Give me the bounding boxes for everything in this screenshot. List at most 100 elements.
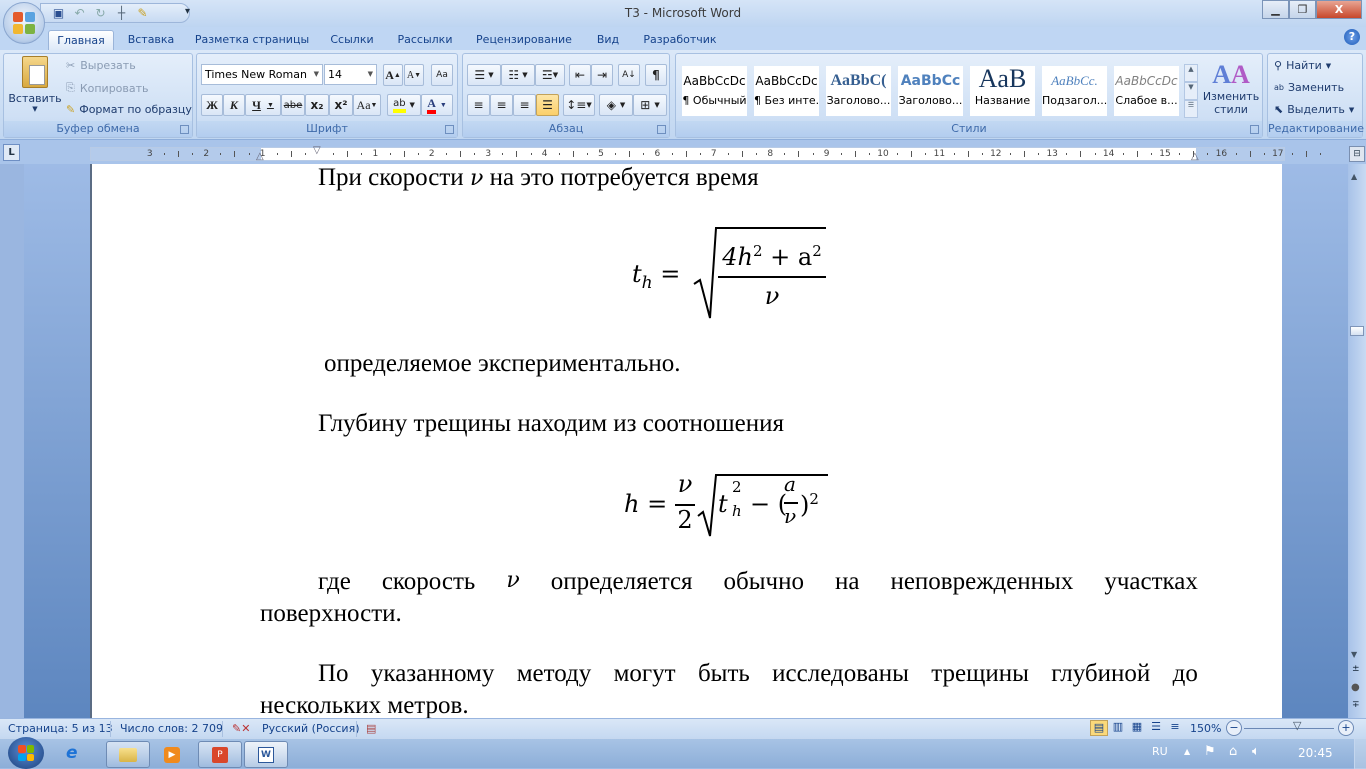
outline-icon[interactable]: ☰ xyxy=(1147,720,1165,736)
hanging-indent-marker[interactable]: △ xyxy=(256,151,264,162)
show-desktop-button[interactable] xyxy=(1354,739,1366,769)
browse-object-icon[interactable]: ● xyxy=(1351,682,1360,693)
style-heading-2[interactable]: AaBbCc Заголово... xyxy=(898,66,963,116)
align-center-button[interactable]: ≡ xyxy=(490,94,513,116)
internet-explorer-icon[interactable]: e xyxy=(66,743,78,763)
macro-record-icon[interactable]: ▤ xyxy=(366,722,376,735)
scroll-down-arrow-icon[interactable]: ▼ xyxy=(1351,650,1357,659)
style-subtle-emphasis[interactable]: AaBbCcDc Слабое в... xyxy=(1114,66,1179,116)
tab-view[interactable]: Вид xyxy=(590,30,626,50)
vertical-scrollbar[interactable]: ▲ ▼ ± ● ∓ xyxy=(1348,164,1366,718)
print-layout-icon[interactable]: ▤ xyxy=(1090,720,1108,736)
grow-font-button[interactable]: A ▲ xyxy=(383,64,403,86)
bullets-button[interactable]: ☰ ▼ xyxy=(467,64,501,86)
scroll-down-icon[interactable]: ▼ xyxy=(1184,82,1198,100)
bold-button[interactable]: Ж xyxy=(201,94,223,116)
show-hidden-icons-icon[interactable]: ▲ xyxy=(1184,747,1190,756)
select-button[interactable]: ⬉ Выделить ▼ xyxy=(1274,103,1354,116)
change-case-button[interactable]: Aa ▼ xyxy=(353,94,381,116)
draft-icon[interactable]: ≡ xyxy=(1166,720,1184,736)
start-button[interactable] xyxy=(8,737,44,769)
zoom-slider-thumb[interactable]: ▽ xyxy=(1293,719,1301,732)
tab-home[interactable]: Главная xyxy=(48,30,114,50)
style-heading-1[interactable]: AaBbC(Заголово... xyxy=(826,66,891,116)
horizontal-ruler[interactable]: 3 2 1 1 2 3 4 5 6 7 8 9 10 11 12 13 14 15 16 17 ▽ △ △ xyxy=(90,145,1322,162)
decrease-indent-button[interactable]: ⇤ xyxy=(569,64,591,86)
tab-review[interactable]: Рецензирование xyxy=(470,30,578,50)
tab-page-layout[interactable]: Разметка страницы xyxy=(192,30,312,50)
previous-page-icon[interactable]: ± xyxy=(1352,664,1360,674)
page-count[interactable]: Страница: 5 из 13 xyxy=(8,722,113,735)
style-no-spacing[interactable]: AaBbCcDc ¶ Без инте... xyxy=(754,66,819,116)
tab-selector-icon[interactable]: L xyxy=(3,144,20,161)
zoom-slider[interactable] xyxy=(1244,728,1334,729)
sort-button[interactable]: A↓ xyxy=(618,64,640,86)
copy-button[interactable]: ⎘ Копировать xyxy=(66,81,149,95)
dialog-launcher-icon[interactable] xyxy=(445,125,454,134)
shrink-font-button[interactable]: A ▼ xyxy=(404,64,424,86)
taskbar-word[interactable]: W xyxy=(244,741,288,768)
document-page[interactable]: При скорости ν на это потребуется время … xyxy=(90,164,1282,718)
zoom-in-icon[interactable]: + xyxy=(1338,720,1354,736)
zoom-out-icon[interactable]: − xyxy=(1226,720,1242,736)
dialog-launcher-icon[interactable] xyxy=(657,125,666,134)
next-page-icon[interactable]: ∓ xyxy=(1352,700,1360,710)
taskbar-explorer[interactable] xyxy=(106,741,150,768)
action-center-icon[interactable]: ⚑ xyxy=(1204,744,1216,759)
close-button[interactable]: X xyxy=(1316,0,1362,19)
highlight-button[interactable]: ab ▼ xyxy=(387,94,421,116)
scrollbar-thumb[interactable] xyxy=(1350,326,1364,336)
align-right-button[interactable]: ≡ xyxy=(513,94,536,116)
line-spacing-button[interactable]: ↕≡ ▼ xyxy=(563,94,595,116)
restore-button[interactable]: ❐ xyxy=(1289,0,1316,19)
language-indicator[interactable]: RU xyxy=(1152,745,1168,758)
paste-button[interactable]: Вставить ▼ xyxy=(8,56,62,113)
style-normal[interactable]: AaBbCcDc ¶ Обычный xyxy=(682,66,747,116)
web-layout-icon[interactable]: ▦ xyxy=(1128,720,1146,736)
italic-button[interactable]: К xyxy=(223,94,245,116)
office-button[interactable] xyxy=(3,2,45,44)
font-color-button[interactable]: A ▼ xyxy=(421,94,453,116)
justify-button[interactable]: ☰ xyxy=(536,94,559,116)
tab-references[interactable]: Ссылки xyxy=(324,30,380,50)
multilevel-list-button[interactable]: ☲ ▼ xyxy=(535,64,565,86)
minimize-button[interactable]: ▁ xyxy=(1262,0,1289,19)
tab-insert[interactable]: Вставка xyxy=(122,30,180,50)
replace-button[interactable]: ab Заменить xyxy=(1274,81,1344,94)
style-title[interactable]: AaB Название xyxy=(970,66,1035,116)
increase-indent-button[interactable]: ⇥ xyxy=(591,64,613,86)
language[interactable]: Русский (Россия) xyxy=(262,722,360,735)
styles-gallery-scroll[interactable]: ▲ ▼ ☰ xyxy=(1184,64,1198,120)
volume-icon[interactable]: 🔈︎ xyxy=(1252,744,1260,759)
font-size-select[interactable]: 14 ▼ xyxy=(324,64,377,85)
power-icon[interactable]: ⌂ xyxy=(1229,744,1237,759)
show-formatting-button[interactable]: ¶ xyxy=(645,64,667,86)
right-indent-marker[interactable]: △ xyxy=(1191,151,1199,162)
zoom-level[interactable]: 150% xyxy=(1190,722,1221,735)
shading-button[interactable]: ◈ ▼ xyxy=(599,94,633,116)
clock[interactable]: 20:45 xyxy=(1298,746,1333,760)
subscript-button[interactable]: x₂ xyxy=(305,94,329,116)
word-count[interactable]: Число слов: 2 709 xyxy=(120,722,223,735)
cut-button[interactable]: ✂ Вырезать xyxy=(66,59,136,72)
find-button[interactable]: ⚲ Найти ▼ xyxy=(1274,59,1331,72)
taskbar-powerpoint[interactable]: P xyxy=(198,741,242,768)
full-screen-reading-icon[interactable]: ▥ xyxy=(1109,720,1127,736)
help-icon[interactable]: ? xyxy=(1344,29,1360,45)
tab-developer[interactable]: Разработчик xyxy=(638,30,722,50)
first-line-indent-marker[interactable]: ▽ xyxy=(313,145,321,156)
style-subtitle[interactable]: AaBbCc. Подзагол... xyxy=(1042,66,1107,116)
align-left-button[interactable]: ≡ xyxy=(467,94,490,116)
dialog-launcher-icon[interactable] xyxy=(1250,125,1259,134)
clear-formatting-button[interactable]: Aa xyxy=(431,64,453,86)
format-painter-button[interactable]: ✎ Формат по образцу xyxy=(66,103,192,116)
change-styles-button[interactable]: AA Изменить стили xyxy=(1202,60,1260,116)
superscript-button[interactable]: x² xyxy=(329,94,353,116)
view-ruler-icon[interactable]: ⊟ xyxy=(1349,146,1365,162)
borders-button[interactable]: ⊞ ▼ xyxy=(633,94,667,116)
media-player-icon[interactable]: ▶ xyxy=(164,747,180,763)
spelling-check-icon[interactable]: ✎✕ xyxy=(232,722,250,735)
tab-mailings[interactable]: Рассылки xyxy=(393,30,457,50)
scroll-up-arrow-icon[interactable]: ▲ xyxy=(1351,172,1357,181)
scroll-up-icon[interactable]: ▲ xyxy=(1184,64,1198,82)
